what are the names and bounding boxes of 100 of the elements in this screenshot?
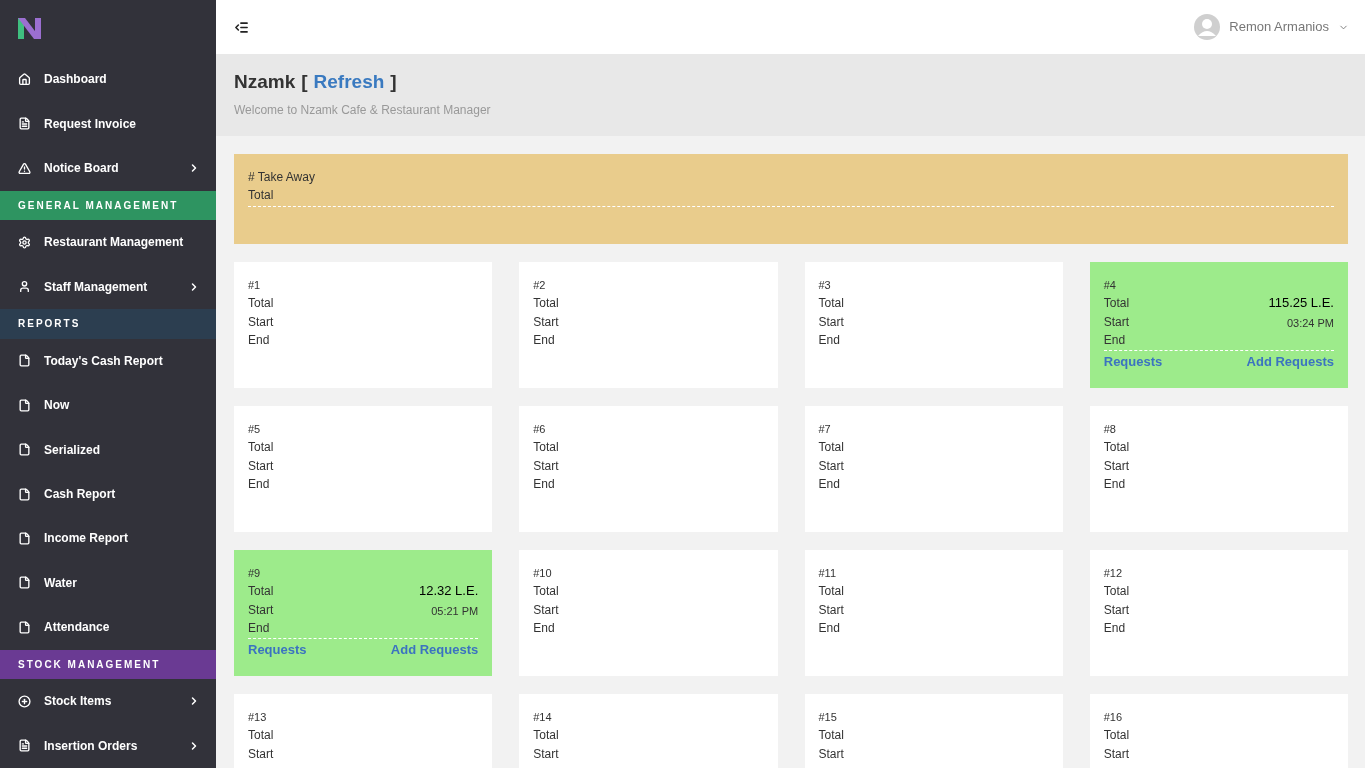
sidebar-section-header: GENERAL MANAGEMENT: [0, 190, 216, 221]
field-label: Start: [533, 458, 559, 475]
table-card[interactable]: #11 Total Start End: [804, 550, 1063, 676]
field-label: End: [533, 332, 555, 349]
field-label: Total: [818, 295, 844, 312]
document-icon: [18, 739, 31, 753]
menu-icon[interactable]: [234, 19, 249, 35]
field-label: End: [818, 332, 840, 349]
table-number: #15: [818, 710, 838, 724]
field-label: Total: [818, 583, 844, 600]
sidebar-item[interactable]: Staff Management: [0, 264, 216, 309]
document-icon: [18, 117, 31, 131]
table-card[interactable]: #3 Total Start End: [804, 262, 1063, 388]
field-label: Total: [533, 439, 559, 456]
field-label: Start: [1103, 314, 1130, 331]
field-label: Start: [818, 602, 844, 619]
table-number: #16: [1103, 710, 1124, 724]
table-number: #5: [248, 422, 262, 436]
warning-icon: [18, 161, 31, 175]
sidebar-item[interactable]: Dashboard: [0, 57, 216, 102]
sidebar-item[interactable]: Restaurant Management: [0, 220, 216, 265]
refresh-link[interactable]: Refresh: [313, 70, 385, 94]
file-icon: [18, 443, 31, 457]
table-card[interactable]: #6 Total Start End: [519, 406, 778, 532]
table-number: #7: [818, 422, 832, 436]
field-label: Total: [533, 295, 559, 312]
sidebar-item[interactable]: Cash Report: [0, 471, 216, 517]
table-card[interactable]: #15 Total Start: [804, 694, 1063, 768]
field-label: Start: [1103, 458, 1130, 475]
table-card[interactable]: #13 Total Start: [234, 694, 493, 768]
field-label: Total: [248, 295, 274, 312]
sidebar-section-header: STOCK MANAGEMENT: [0, 649, 216, 680]
table-card[interactable]: #16 Total Start: [1089, 694, 1348, 768]
page-title: Nzamk: [234, 70, 296, 94]
sidebar-item[interactable]: Attendance: [0, 605, 216, 650]
sidebar-item[interactable]: Request Invoice: [0, 101, 216, 147]
field-label: Total: [248, 727, 274, 744]
field-label: Start: [248, 458, 274, 475]
file-icon: [18, 576, 31, 590]
table-number: #9: [248, 566, 262, 580]
field-label: Total: [818, 727, 844, 744]
field-label: End: [248, 332, 270, 349]
field-label: End: [1103, 620, 1126, 637]
field-label: End: [533, 476, 555, 493]
sidebar-item[interactable]: Water: [0, 560, 216, 606]
sidebar-item[interactable]: Serialized: [0, 427, 216, 472]
table-card[interactable]: #14 Total Start: [519, 694, 778, 768]
gear-icon: [18, 235, 31, 249]
field-label: Start: [818, 458, 844, 475]
table-card[interactable]: #5 Total Start End: [234, 406, 493, 532]
sidebar-item[interactable]: Insertion Orders: [0, 723, 216, 768]
field-label: Start: [818, 314, 844, 331]
table-number: #13: [248, 710, 268, 724]
page-subtitle: Welcome to Nzamk Cafe & Restaurant Manager: [234, 102, 492, 119]
field-label: End: [1103, 476, 1126, 493]
field-label: End: [1103, 332, 1126, 349]
home-icon: [18, 72, 31, 86]
table-card[interactable]: #1 Total Start End: [234, 262, 493, 388]
table-number: #11: [818, 566, 838, 580]
field-label: Total: [248, 185, 1334, 207]
field-label: Total: [533, 583, 559, 600]
file-icon: [18, 531, 31, 545]
table-number: #8: [1103, 422, 1117, 436]
avatar-icon: [1194, 14, 1221, 40]
field-label: End: [818, 620, 840, 637]
sidebar-item[interactable]: Notice Board: [0, 146, 216, 191]
user-menu[interactable]: Remon Armanios: [1194, 14, 1349, 40]
sidebar-item[interactable]: Today's Cash Report: [0, 338, 216, 383]
total-value: 115.25 L.E.: [1268, 293, 1334, 312]
field-label: End: [818, 476, 840, 493]
table-card[interactable]: #7 Total Start End: [804, 406, 1063, 532]
table-number: #3: [818, 278, 832, 292]
field-label: Total: [1103, 583, 1130, 600]
field-label: Start: [533, 602, 559, 619]
table-card[interactable]: #2 Total Start End: [519, 262, 778, 388]
logo-icon: [18, 18, 41, 40]
sidebar-item[interactable]: Now: [0, 383, 216, 428]
start-time: 05:21 PM: [431, 603, 479, 619]
file-icon: [18, 398, 31, 412]
table-card[interactable]: #8 Total Start End: [1089, 406, 1348, 532]
sidebar-item[interactable]: Stock Items: [0, 679, 216, 724]
field-label: End: [248, 476, 270, 493]
user-icon: [18, 280, 31, 294]
field-label: Start: [1103, 602, 1130, 619]
sidebar-item[interactable]: Income Report: [0, 516, 216, 561]
field-label: Start: [248, 746, 274, 763]
take-away-card[interactable]: # Take Away Total: [234, 154, 1348, 244]
plus-circle-icon: [18, 694, 31, 708]
field-label: Start: [1103, 746, 1130, 763]
field-label: Total: [248, 583, 274, 600]
field-label: Total: [533, 727, 559, 744]
table-number: #1: [248, 278, 262, 292]
take-away-title: # Take Away: [248, 169, 316, 185]
table-card[interactable]: #10 Total Start End: [519, 550, 778, 676]
field-label: Total: [248, 439, 274, 456]
field-label: End: [248, 620, 270, 637]
table-number: #6: [533, 422, 547, 436]
field-label: Start: [248, 602, 274, 619]
table-card[interactable]: #12 Total Start End: [1089, 550, 1348, 676]
field-label: Total: [1103, 295, 1130, 312]
